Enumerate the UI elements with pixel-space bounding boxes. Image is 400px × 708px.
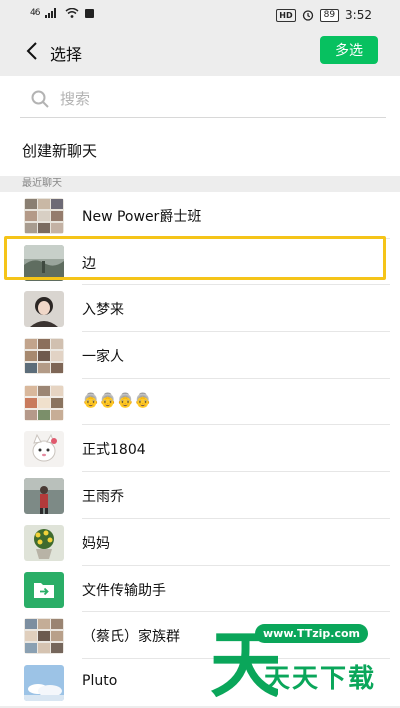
page-header: 选择 多选 — [0, 32, 400, 70]
recent-chats-header: 最近聊天 — [22, 178, 62, 189]
chat-name: （蔡氏）家族群 — [82, 629, 180, 646]
portrait-avatar-icon — [24, 291, 64, 328]
search-bar — [0, 76, 400, 120]
group-avatar-icon — [24, 384, 64, 421]
page-title: 选择 — [50, 45, 83, 64]
chat-item-new-power[interactable]: New Power爵士班 — [0, 192, 400, 239]
chat-name: New Power爵士班 — [82, 209, 202, 225]
create-new-chat-item[interactable]: 创建新聊天 — [0, 120, 400, 176]
chat-item-zhengshi[interactable]: 正式1804 — [0, 425, 400, 473]
group-avatar-icon — [24, 338, 64, 375]
group-avatar-icon — [24, 198, 64, 234]
landscape-avatar-icon — [24, 244, 64, 281]
chat-name: 妈妈 — [82, 535, 110, 552]
sky-avatar-icon — [24, 664, 64, 701]
hd-badge: HD — [276, 8, 296, 22]
back-arrow-icon[interactable] — [24, 40, 42, 62]
chat-name: 入梦来 — [82, 302, 124, 319]
chat-item-bian[interactable]: 边 — [0, 239, 400, 286]
chat-item-pluto[interactable]: Pluto — [0, 659, 400, 706]
search-field[interactable] — [20, 80, 386, 118]
chat-name: 文件传输助手 — [82, 582, 166, 599]
signal-indicator: 46 — [30, 8, 41, 18]
status-left: 46 — [30, 8, 95, 18]
portrait-avatar-icon — [24, 478, 64, 515]
chat-name: 正式1804 — [82, 442, 146, 459]
chat-name: 王雨乔 — [82, 489, 124, 506]
chat-name: 👵👵👵👵 — [82, 392, 152, 409]
wifi-icon — [65, 8, 79, 18]
search-input[interactable] — [60, 89, 360, 108]
notification-icon — [85, 8, 95, 18]
chat-item-emoji-group[interactable]: 👵👵👵👵 — [0, 379, 400, 426]
recent-chat-list: New Power爵士班 边 入梦来 一家人 👵👵👵👵 正式1804 王雨乔 妈… — [0, 192, 400, 706]
search-icon — [31, 90, 49, 108]
folder-icon — [24, 571, 64, 608]
cartoon-avatar-icon — [24, 431, 64, 468]
clock: 3:52 — [345, 8, 372, 22]
chat-item-cai-family[interactable]: （蔡氏）家族群 — [0, 612, 400, 659]
chat-item-file-transfer[interactable]: 文件传输助手 — [0, 566, 400, 613]
status-bar: 46 HD 89 3:52 — [0, 0, 400, 32]
create-new-chat-label: 创建新聊天 — [22, 142, 98, 160]
chat-name: 一家人 — [82, 349, 124, 366]
signal-icon — [45, 8, 57, 18]
chat-item-yijiaren[interactable]: 一家人 — [0, 332, 400, 379]
battery-indicator: 89 — [319, 8, 340, 22]
status-right: HD 89 3:52 — [276, 8, 372, 22]
chat-name: Pluto — [82, 672, 118, 689]
chat-item-mama[interactable]: 妈妈 — [0, 519, 400, 566]
group-avatar-icon — [24, 618, 64, 655]
multi-select-button[interactable]: 多选 — [320, 36, 378, 64]
chat-item-rumenglai[interactable]: 入梦来 — [0, 285, 400, 333]
flower-avatar-icon — [24, 524, 64, 561]
chat-name: 边 — [82, 255, 96, 272]
chat-item-wangyuqiao[interactable]: 王雨乔 — [0, 472, 400, 519]
alarm-icon — [302, 10, 313, 21]
